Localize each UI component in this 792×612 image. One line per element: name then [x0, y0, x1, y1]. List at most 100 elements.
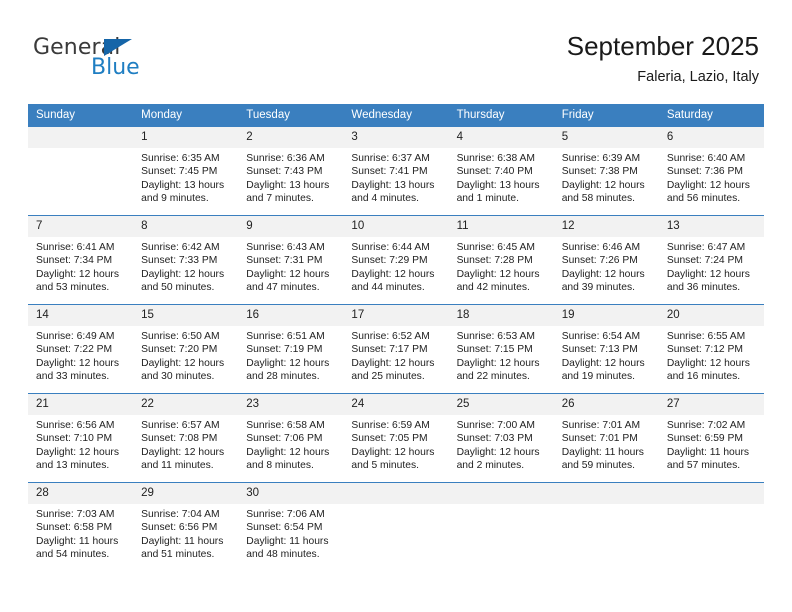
weekday-header-wednesday: Wednesday	[343, 104, 449, 127]
sunset-text: Sunset: 7:33 PM	[141, 255, 218, 267]
day-cell[interactable]: 19 Sunrise: 6:54 AM Sunset: 7:13 PM Dayl…	[553, 304, 659, 394]
daylight-text-1: Daylight: 12 hours	[246, 268, 330, 280]
sunset-text: Sunset: 7:08 PM	[141, 433, 218, 445]
day-details: Sunrise: 6:50 AM Sunset: 7:20 PM Dayligh…	[133, 326, 238, 384]
day-number: 21	[28, 394, 134, 415]
day-cell[interactable]: 3 Sunrise: 6:37 AM Sunset: 7:41 PM Dayli…	[343, 127, 449, 216]
daylight-text-1: Daylight: 12 hours	[246, 357, 330, 369]
day-cell[interactable]: 29 Sunrise: 7:04 AM Sunset: 6:56 PM Dayl…	[133, 482, 239, 571]
weekday-header-monday: Monday	[133, 104, 239, 127]
sunset-text: Sunset: 7:03 PM	[456, 433, 533, 445]
day-cell[interactable]: 28 Sunrise: 7:03 AM Sunset: 6:58 PM Dayl…	[28, 482, 134, 571]
daylight-text-1: Daylight: 12 hours	[666, 268, 750, 280]
day-cell[interactable]	[448, 482, 554, 571]
day-cell[interactable]: 12 Sunrise: 6:46 AM Sunset: 7:26 PM Dayl…	[553, 215, 659, 305]
day-cell[interactable]: 10 Sunrise: 6:44 AM Sunset: 7:29 PM Dayl…	[343, 215, 449, 305]
day-details: Sunrise: 6:37 AM Sunset: 7:41 PM Dayligh…	[343, 148, 448, 206]
day-number: 10	[343, 216, 449, 237]
sunset-text: Sunset: 7:34 PM	[36, 255, 113, 267]
sunrise-text: Sunrise: 6:56 AM	[36, 420, 115, 431]
day-details: Sunrise: 6:49 AM Sunset: 7:22 PM Dayligh…	[28, 326, 133, 384]
daylight-text-2: and 57 minutes.	[666, 460, 741, 472]
sunrise-text: Sunrise: 6:42 AM	[141, 242, 220, 253]
day-cell[interactable]: 24 Sunrise: 6:59 AM Sunset: 7:05 PM Dayl…	[343, 393, 449, 483]
daylight-text-1: Daylight: 12 hours	[141, 357, 225, 369]
daylight-text-2: and 48 minutes.	[246, 549, 320, 561]
day-details: Sunrise: 7:01 AM Sunset: 7:01 PM Dayligh…	[554, 415, 659, 473]
day-cell[interactable]: 30 Sunrise: 7:06 AM Sunset: 6:54 PM Dayl…	[238, 482, 344, 571]
day-cell[interactable]: 8 Sunrise: 6:42 AM Sunset: 7:33 PM Dayli…	[133, 215, 239, 305]
day-cell[interactable]: 21 Sunrise: 6:56 AM Sunset: 7:10 PM Dayl…	[28, 393, 134, 483]
day-number: 13	[658, 216, 764, 237]
day-cell[interactable]	[658, 482, 764, 571]
day-cell[interactable]: 16 Sunrise: 6:51 AM Sunset: 7:19 PM Dayl…	[238, 304, 344, 394]
daylight-text-1: Daylight: 11 hours	[666, 446, 750, 458]
day-cell[interactable]: 6 Sunrise: 6:40 AM Sunset: 7:36 PM Dayli…	[658, 127, 764, 216]
day-cell[interactable]: 20 Sunrise: 6:55 AM Sunset: 7:12 PM Dayl…	[658, 304, 764, 394]
sunset-text: Sunset: 7:31 PM	[246, 255, 323, 267]
weekday-header-tuesday: Tuesday	[238, 104, 344, 127]
day-cell[interactable]: 27 Sunrise: 7:02 AM Sunset: 6:59 PM Dayl…	[658, 393, 764, 483]
daylight-text-1: Daylight: 12 hours	[456, 268, 540, 280]
day-cell[interactable]: 18 Sunrise: 6:53 AM Sunset: 7:15 PM Dayl…	[448, 304, 554, 394]
daylight-text-1: Daylight: 11 hours	[141, 535, 224, 547]
calendar-grid: Sunday Monday Tuesday Wednesday Thursday…	[28, 104, 764, 571]
day-number: 4	[448, 127, 554, 148]
day-details: Sunrise: 6:54 AM Sunset: 7:13 PM Dayligh…	[554, 326, 659, 384]
daylight-text-1: Daylight: 11 hours	[36, 535, 119, 547]
sunset-text: Sunset: 6:56 PM	[141, 522, 218, 534]
sunset-text: Sunset: 7:41 PM	[351, 166, 428, 178]
day-cell[interactable]	[553, 482, 659, 571]
day-cell[interactable]	[343, 482, 449, 571]
daylight-text-1: Daylight: 12 hours	[456, 357, 540, 369]
sunrise-text: Sunrise: 6:58 AM	[246, 420, 325, 431]
day-cell[interactable]: 22 Sunrise: 6:57 AM Sunset: 7:08 PM Dayl…	[133, 393, 239, 483]
day-cell[interactable]: 7 Sunrise: 6:41 AM Sunset: 7:34 PM Dayli…	[28, 215, 134, 305]
daylight-text-1: Daylight: 13 hours	[141, 179, 225, 191]
day-cell[interactable]: 23 Sunrise: 6:58 AM Sunset: 7:06 PM Dayl…	[238, 393, 344, 483]
daylight-text-1: Daylight: 13 hours	[246, 179, 330, 191]
sunrise-text: Sunrise: 6:37 AM	[351, 153, 430, 164]
general-blue-logo[interactable]: General Blue	[33, 36, 233, 86]
daylight-text-2: and 7 minutes.	[246, 193, 314, 205]
triangle-icon	[104, 39, 132, 56]
day-cell[interactable]: 1 Sunrise: 6:35 AM Sunset: 7:45 PM Dayli…	[133, 127, 239, 216]
daylight-text-2: and 13 minutes.	[36, 460, 110, 472]
sunrise-text: Sunrise: 6:57 AM	[141, 420, 220, 431]
sunset-text: Sunset: 7:01 PM	[561, 433, 638, 445]
day-cell[interactable]: 14 Sunrise: 6:49 AM Sunset: 7:22 PM Dayl…	[28, 304, 134, 394]
day-cell[interactable]: 2 Sunrise: 6:36 AM Sunset: 7:43 PM Dayli…	[238, 127, 344, 216]
day-details: Sunrise: 6:51 AM Sunset: 7:19 PM Dayligh…	[238, 326, 343, 384]
day-details: Sunrise: 6:41 AM Sunset: 7:34 PM Dayligh…	[28, 237, 133, 295]
daylight-text-1: Daylight: 12 hours	[36, 357, 119, 369]
daylight-text-1: Daylight: 13 hours	[351, 179, 435, 191]
sunset-text: Sunset: 7:06 PM	[246, 433, 323, 445]
day-cell[interactable]: 5 Sunrise: 6:39 AM Sunset: 7:38 PM Dayli…	[553, 127, 659, 216]
day-number: 28	[28, 483, 134, 504]
day-details: Sunrise: 6:39 AM Sunset: 7:38 PM Dayligh…	[554, 148, 659, 206]
day-cell[interactable]: 15 Sunrise: 6:50 AM Sunset: 7:20 PM Dayl…	[133, 304, 239, 394]
day-details: Sunrise: 6:59 AM Sunset: 7:05 PM Dayligh…	[343, 415, 448, 473]
day-cell[interactable]: 17 Sunrise: 6:52 AM Sunset: 7:17 PM Dayl…	[343, 304, 449, 394]
sunrise-text: Sunrise: 7:01 AM	[561, 420, 641, 431]
day-cell[interactable]: 11 Sunrise: 6:45 AM Sunset: 7:28 PM Dayl…	[448, 215, 554, 305]
day-number: 15	[133, 305, 239, 326]
day-cell[interactable]: 26 Sunrise: 7:01 AM Sunset: 7:01 PM Dayl…	[553, 393, 659, 483]
sunset-text: Sunset: 7:15 PM	[456, 344, 533, 356]
sunset-text: Sunset: 7:38 PM	[561, 166, 638, 178]
day-details: Sunrise: 7:03 AM Sunset: 6:58 PM Dayligh…	[28, 504, 133, 562]
day-details: Sunrise: 6:58 AM Sunset: 7:06 PM Dayligh…	[238, 415, 343, 473]
day-number: 27	[658, 394, 764, 415]
day-cell[interactable]	[28, 127, 134, 216]
day-cell[interactable]: 9 Sunrise: 6:43 AM Sunset: 7:31 PM Dayli…	[238, 215, 344, 305]
day-number: 25	[448, 394, 554, 415]
daylight-text-1: Daylight: 12 hours	[351, 268, 435, 280]
day-number: 26	[553, 394, 659, 415]
day-cell[interactable]: 13 Sunrise: 6:47 AM Sunset: 7:24 PM Dayl…	[658, 215, 764, 305]
day-number: 22	[133, 394, 239, 415]
day-cell[interactable]: 4 Sunrise: 6:38 AM Sunset: 7:40 PM Dayli…	[448, 127, 554, 216]
sunset-text: Sunset: 7:12 PM	[666, 344, 743, 356]
daylight-text-2: and 33 minutes.	[36, 371, 110, 383]
day-cell[interactable]: 25 Sunrise: 7:00 AM Sunset: 7:03 PM Dayl…	[448, 393, 554, 483]
sunrise-text: Sunrise: 6:44 AM	[351, 242, 430, 253]
